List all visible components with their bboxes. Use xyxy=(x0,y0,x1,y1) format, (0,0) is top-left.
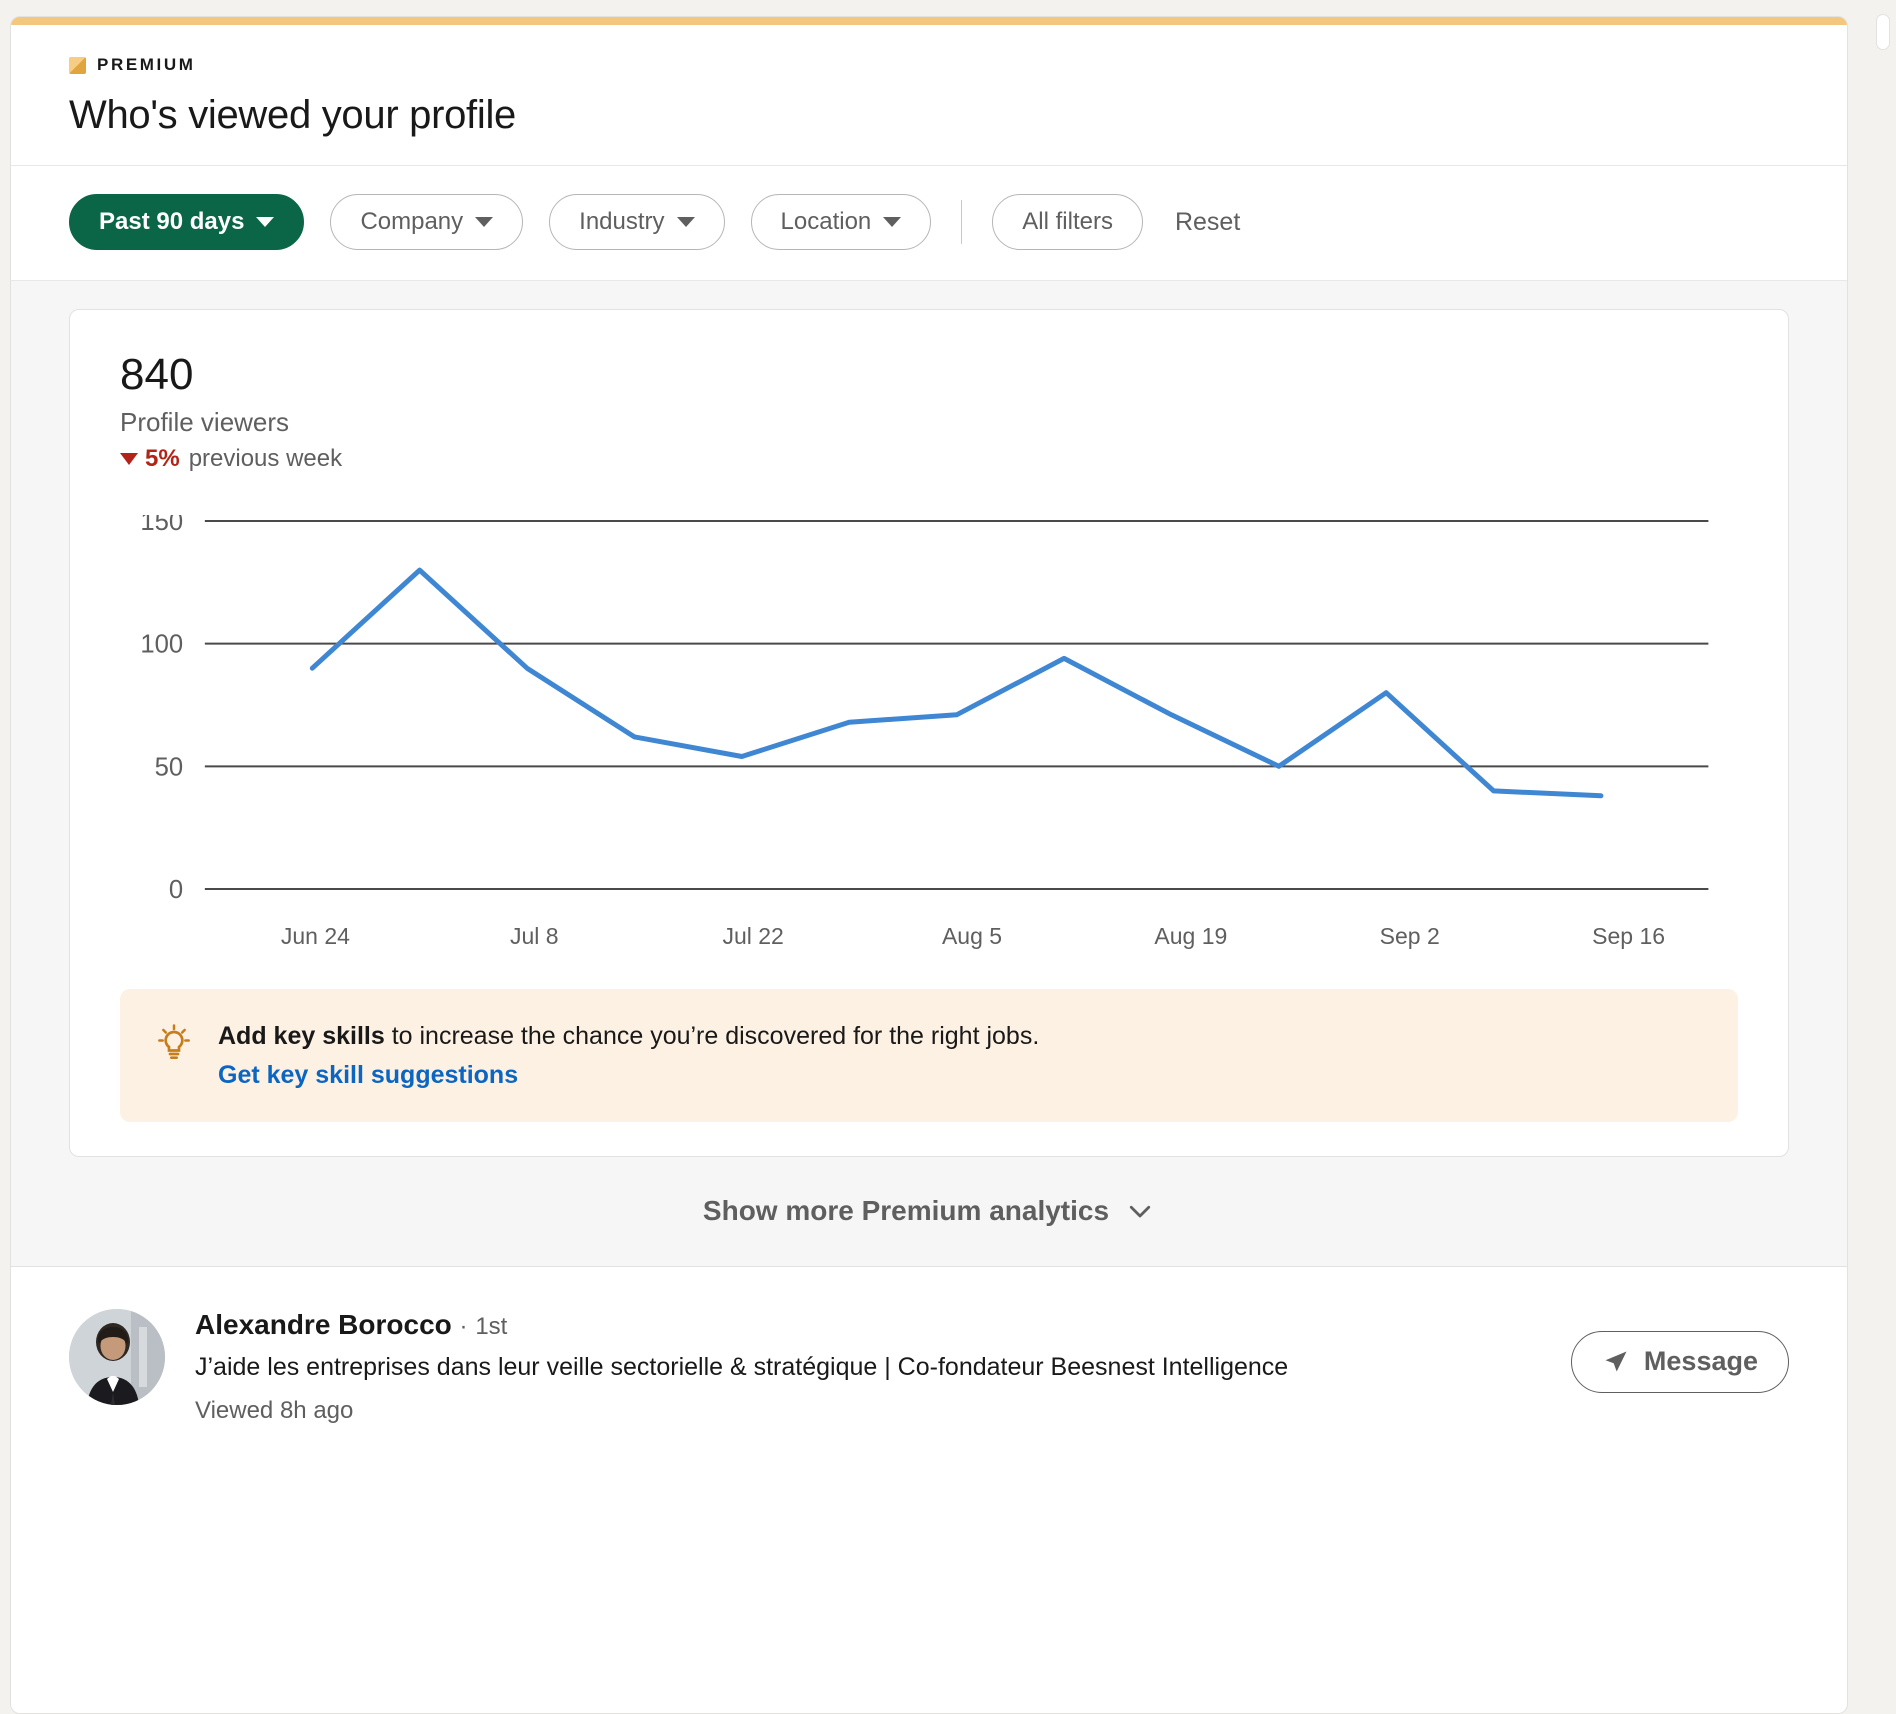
scrollbar-thumb[interactable] xyxy=(1876,14,1890,50)
viewer-separator: · xyxy=(459,1312,468,1340)
chart-x-tick-label: Sep 16 xyxy=(1592,923,1666,950)
filter-industry[interactable]: Industry xyxy=(549,194,725,250)
viewer-viewed-time: Viewed 8h ago xyxy=(195,1396,354,1424)
profile-viewers-chart-card: 840 Profile viewers 5% previous week 0 50… xyxy=(69,309,1789,1157)
whos-viewed-your-profile-card: PREMIUM Who's viewed your profile Past 9… xyxy=(10,16,1848,1714)
filter-location[interactable]: Location xyxy=(750,194,932,250)
message-button[interactable]: Message xyxy=(1570,1330,1789,1393)
get-key-skill-suggestions-link[interactable]: Get key skill suggestions xyxy=(218,1061,1039,1090)
show-more-label: Show more Premium analytics xyxy=(702,1195,1110,1227)
viewer-name[interactable]: Alexandre Borocco xyxy=(195,1309,452,1340)
tip-message: Add key skills to increase the chance yo… xyxy=(218,1019,1039,1055)
tip-content: Add key skills to increase the chance yo… xyxy=(218,1019,1039,1090)
viewer-connection-degree: 1st xyxy=(475,1312,508,1340)
chart-x-tick-labels: Jun 24 Jul 8 Jul 22 Aug 5 Aug 19 Sep 2 Sep 16 xyxy=(206,923,1738,950)
chart-x-tick-label: Sep 2 xyxy=(1379,923,1440,950)
filter-industry-label: Industry xyxy=(579,208,665,235)
premium-badge: PREMIUM xyxy=(69,55,1789,75)
delta-percent: 5% xyxy=(145,445,180,473)
chart-x-tick-label: Jul 22 xyxy=(722,923,784,950)
analytics-section: 840 Profile viewers 5% previous week 0 50… xyxy=(11,281,1847,1267)
chevron-down-icon xyxy=(1129,1206,1151,1218)
reset-filters-button[interactable]: Reset xyxy=(1169,208,1246,237)
chart-x-tick-label: Aug 19 xyxy=(1154,923,1228,950)
chart-y-tick-label: 0 xyxy=(169,876,183,904)
chart-y-tick-label: 100 xyxy=(140,631,183,659)
chart-x-tick-label: Aug 5 xyxy=(941,923,1003,950)
premium-square-icon xyxy=(69,56,86,74)
triangle-down-icon xyxy=(120,453,138,466)
send-paper-plane-icon xyxy=(1605,1351,1627,1372)
profile-viewers-count: 840 xyxy=(120,350,194,399)
chart-plot-area: 0 50 100 150 xyxy=(140,515,1738,904)
chart-data-line xyxy=(309,567,1604,799)
profile-viewers-delta: 5% previous week xyxy=(120,445,1738,473)
viewer-name-line: Alexandre Borocco · 1st xyxy=(195,1309,1541,1341)
page-right-margin xyxy=(1858,0,1896,1714)
chart-x-tick-label: Jun 24 xyxy=(280,923,350,950)
filter-divider xyxy=(961,200,963,244)
chevron-down-icon xyxy=(883,217,902,227)
all-filters-button[interactable]: All filters xyxy=(992,194,1143,250)
tip-bold-text: Add key skills xyxy=(218,1022,385,1051)
chevron-down-icon xyxy=(256,217,275,227)
viewer-details: Alexandre Borocco · 1st J’aide les entre… xyxy=(195,1309,1541,1425)
filter-date-range[interactable]: Past 90 days xyxy=(69,194,305,250)
filter-date-range-label: Past 90 days xyxy=(99,208,245,235)
all-filters-label: All filters xyxy=(1022,208,1113,235)
delta-suffix: previous week xyxy=(188,445,343,473)
chevron-down-icon xyxy=(475,217,494,227)
filter-bar: Past 90 days Company Industry Location A… xyxy=(11,166,1847,281)
chevron-down-icon xyxy=(676,217,695,227)
profile-viewers-line-chart: 0 50 100 150 Jun 24 Jul 8 Jul 22 Aug 5 Aug 19 Se… xyxy=(120,515,1738,955)
filter-company-label: Company xyxy=(360,208,464,235)
chart-y-tick-label: 150 xyxy=(140,515,183,536)
viewer-headline: J’aide les entreprises dans leur veille … xyxy=(195,1352,1289,1381)
chart-x-tick-label: Jul 8 xyxy=(509,923,559,950)
filter-company[interactable]: Company xyxy=(330,194,524,250)
show-more-premium-analytics-button[interactable]: Show more Premium analytics xyxy=(11,1156,1847,1267)
lightbulb-icon xyxy=(158,1024,190,1060)
profile-viewers-label: Profile viewers xyxy=(120,407,290,438)
filter-location-label: Location xyxy=(780,208,872,235)
premium-accent-bar xyxy=(11,17,1847,25)
chart-y-tick-labels: 0 50 100 150 xyxy=(140,515,183,904)
chart-gridlines xyxy=(205,521,1709,889)
profile-viewer-list-item: Alexandre Borocco · 1st J’aide les entre… xyxy=(11,1266,1847,1465)
card-header: PREMIUM Who's viewed your profile xyxy=(11,25,1847,166)
avatar-image xyxy=(69,1308,165,1405)
profile-photo-avatar[interactable] xyxy=(69,1308,165,1405)
page-root: PREMIUM Who's viewed your profile Past 9… xyxy=(0,0,1896,1714)
premium-badge-label: PREMIUM xyxy=(97,55,196,74)
message-button-label: Message xyxy=(1643,1346,1758,1377)
chart-y-tick-label: 50 xyxy=(155,753,184,781)
add-skills-tip-banner: Add key skills to increase the chance yo… xyxy=(120,989,1738,1122)
page-title: Who's viewed your profile xyxy=(69,93,516,137)
tip-rest-text: to increase the chance you’re discovered… xyxy=(384,1022,1040,1051)
